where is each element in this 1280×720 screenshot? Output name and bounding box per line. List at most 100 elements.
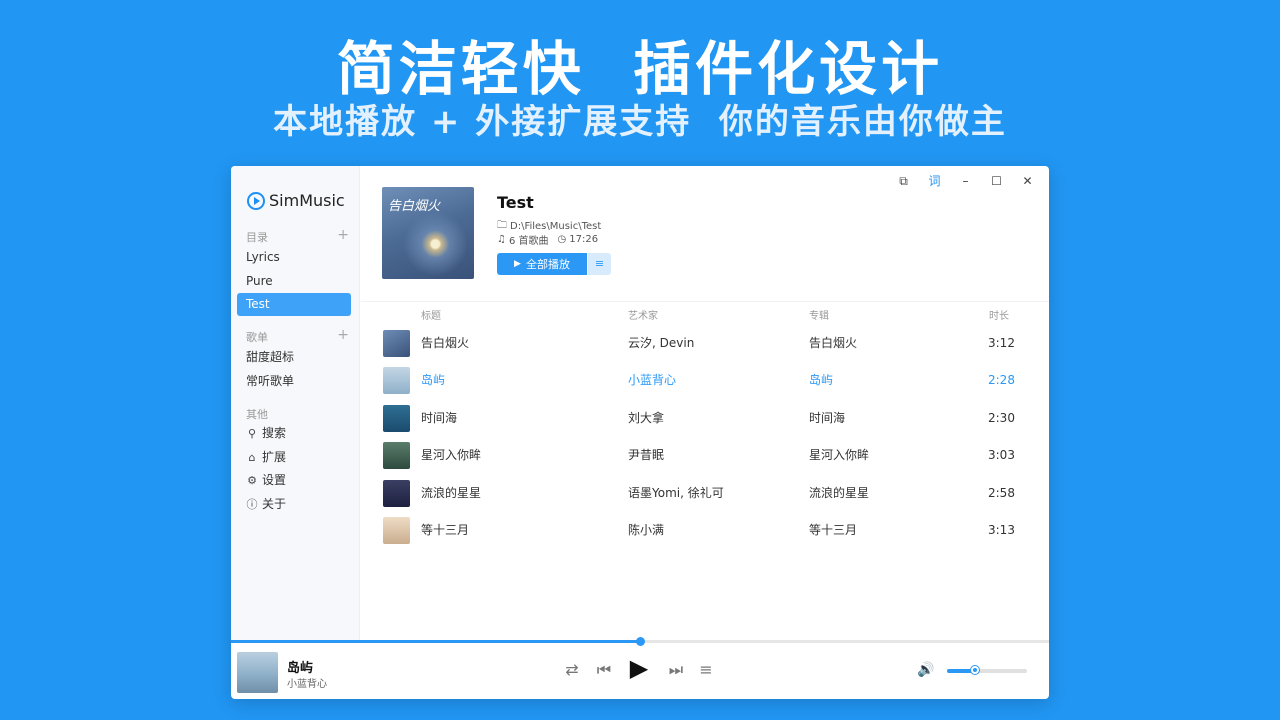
music-note-icon: ♫ — [497, 234, 506, 245]
song-thumbnail — [383, 480, 410, 507]
add-directory-icon[interactable]: + — [337, 227, 349, 243]
close-button[interactable]: ✕ — [1012, 170, 1043, 192]
album-duration: 17:26 — [569, 234, 599, 245]
desktop-lyrics-button[interactable]: 词 — [919, 170, 950, 192]
table-row[interactable]: 等十三月 陈小满 等十三月 3:13 — [361, 512, 1049, 549]
sidebar-item-settings[interactable]: ⚙ 设置 — [237, 469, 351, 492]
miniplayer-button[interactable]: ⧉ — [888, 170, 919, 192]
app-name: SimMusic — [269, 191, 345, 210]
now-playing-title: 岛屿 — [287, 661, 314, 676]
add-playlist-icon[interactable]: + — [337, 327, 349, 343]
playback-progress-bar[interactable] — [231, 637, 1049, 646]
song-duration: 3:13 — [988, 523, 1015, 537]
next-icon[interactable]: ⏭ — [666, 660, 686, 680]
play-icon: ▶ — [514, 259, 521, 269]
sidebar-item-playlist-sweet[interactable]: 甜度超标 — [237, 346, 351, 369]
miniplayer-icon: ⧉ — [899, 174, 908, 188]
album-cover-text: 告白烟火 — [388, 199, 441, 214]
column-header-artist[interactable]: 艺术家 — [628, 307, 658, 322]
progress-fill — [231, 640, 640, 643]
play-icon[interactable]: ▶ — [629, 654, 649, 682]
song-title: 时间海 — [421, 411, 458, 425]
song-title: 岛屿 — [421, 373, 446, 387]
volume-handle[interactable] — [971, 666, 979, 674]
sidebar-item-label: 扩展 — [262, 450, 287, 464]
clock-icon: ◷ — [557, 234, 567, 245]
song-thumbnail — [383, 517, 410, 544]
app-logo: SimMusic — [247, 191, 345, 210]
directory-section-header: 目录 + — [246, 227, 349, 245]
song-title: 告白烟火 — [421, 336, 470, 350]
sidebar-item-label: 甜度超标 — [246, 350, 295, 364]
shuffle-icon[interactable]: ⇄ — [562, 660, 582, 679]
other-header-label: 其他 — [246, 408, 268, 421]
previous-icon[interactable]: ⏮ — [594, 660, 614, 680]
settings-icon: ⚙ — [247, 474, 257, 487]
song-artist: 语墨Yomi, 徐礼可 — [628, 486, 724, 500]
sidebar-item-about[interactable]: ⓘ 关于 — [237, 493, 351, 516]
song-thumbnail — [383, 330, 410, 357]
table-row[interactable]: 流浪的星星 语墨Yomi, 徐礼可 流浪的星星 2:58 — [361, 475, 1049, 512]
song-duration: 2:58 — [988, 486, 1015, 500]
extension-icon: ⌂ — [248, 451, 256, 464]
column-header-album[interactable]: 专辑 — [809, 307, 829, 322]
album-cover: 告白烟火 — [382, 187, 474, 279]
now-playing-artist: 小蓝背心 — [287, 679, 327, 690]
sidebar-item-label: 关于 — [262, 497, 287, 511]
sidebar-item-lyrics[interactable]: Lyrics — [237, 246, 351, 269]
song-duration: 3:12 — [988, 336, 1015, 350]
info-icon: ⓘ — [246, 498, 258, 511]
queue-icon: ≡ — [594, 257, 605, 270]
song-title: 等十三月 — [421, 523, 470, 537]
table-row[interactable]: 岛屿 小蓝背心 岛屿 2:28 — [361, 362, 1049, 399]
sidebar: SimMusic 目录 + Lyrics Pure Test 歌单 + 甜度超标… — [231, 166, 360, 640]
song-album: 流浪的星星 — [809, 486, 870, 500]
sidebar-item-label: 搜索 — [262, 426, 287, 440]
header-divider — [361, 301, 1049, 302]
song-artist: 尹昔眠 — [628, 448, 665, 462]
add-to-queue-button[interactable]: ≡ — [588, 253, 611, 275]
progress-handle[interactable] — [636, 637, 645, 646]
song-artist: 云汐, Devin — [628, 336, 695, 350]
sidebar-item-playlist-frequent[interactable]: 常听歌单 — [237, 370, 351, 393]
table-row[interactable]: 告白烟火 云汐, Devin 告白烟火 3:12 — [361, 325, 1049, 362]
song-artist: 小蓝背心 — [628, 373, 677, 387]
now-playing-cover[interactable] — [237, 652, 278, 693]
sidebar-item-label: 常听歌单 — [246, 374, 295, 388]
song-album: 等十三月 — [809, 523, 858, 537]
volume-slider[interactable] — [947, 666, 1027, 674]
playlist-section-header: 歌单 + — [246, 327, 349, 345]
album-title: Test — [497, 193, 534, 212]
directory-header-label: 目录 — [246, 231, 268, 244]
song-duration: 2:30 — [988, 411, 1015, 425]
sidebar-item-label: Pure — [246, 274, 273, 288]
song-duration: 2:28 — [988, 373, 1015, 387]
sidebar-item-extension[interactable]: ⌂ 扩展 — [237, 446, 351, 469]
song-artist: 陈小满 — [628, 523, 665, 537]
play-all-label: 全部播放 — [525, 258, 570, 271]
minimize-button[interactable]: – — [950, 170, 981, 192]
table-row[interactable]: 时间海 刘大拿 时间海 2:30 — [361, 400, 1049, 437]
volume-icon[interactable]: 🔊 — [917, 662, 934, 678]
song-title: 流浪的星星 — [421, 486, 482, 500]
search-icon: ⚲ — [247, 427, 257, 440]
sidebar-item-test[interactable]: Test — [237, 293, 351, 316]
playlist-icon[interactable]: ≡ — [696, 660, 716, 679]
song-album: 星河入你眸 — [809, 448, 870, 462]
sidebar-item-pure[interactable]: Pure — [237, 270, 351, 293]
song-duration: 3:03 — [988, 448, 1015, 462]
album-song-count: 6 首歌曲 — [508, 236, 549, 247]
song-thumbnail — [383, 442, 410, 469]
column-header-duration[interactable]: 时长 — [989, 307, 1009, 322]
play-all-button[interactable]: ▶ 全部播放 — [497, 253, 587, 275]
column-header-title[interactable]: 标题 — [421, 307, 441, 322]
promo-subline: 本地播放 + 外接扩展支持 你的音乐由你做主 — [273, 102, 1007, 142]
table-row[interactable]: 星河入你眸 尹昔眠 星河入你眸 3:03 — [361, 437, 1049, 474]
song-album: 时间海 — [809, 411, 846, 425]
album-stats: ♫ 6 首歌曲 ◷ 17:26 — [497, 232, 598, 247]
song-album: 告白烟火 — [809, 336, 858, 350]
song-title: 星河入你眸 — [421, 448, 482, 462]
song-artist: 刘大拿 — [628, 411, 665, 425]
sidebar-item-search[interactable]: ⚲ 搜索 — [237, 422, 351, 445]
maximize-button[interactable]: ☐ — [981, 170, 1012, 192]
